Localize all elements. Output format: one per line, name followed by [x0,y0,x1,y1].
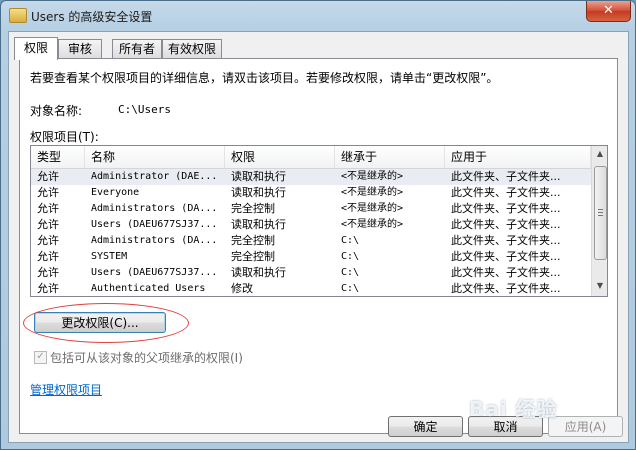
column-header-type[interactable]: 类型 [31,146,85,168]
cell-type: 允许 [37,234,59,247]
cell-type: 允许 [37,170,59,183]
table-row[interactable]: 允许 Everyone 读取和执行 <不是继承的> 此文件夹、子文件夹... [31,185,591,201]
cell-permission: 完全控制 [231,234,275,247]
table-row[interactable]: 允许 Administrator (DAE... 读取和执行 <不是继承的> 此文件夹、… [31,169,591,185]
cell-applies-to: 此文件夹、子文件夹... [451,170,561,183]
cell-applies-to: 此文件夹、子文件夹... [451,250,561,263]
cell-type: 允许 [37,282,59,295]
column-header-applies-to[interactable]: 应用于 [445,146,591,168]
inherit-checkbox-label[interactable]: 包括可从该对象的父项继承的权限(I) [50,349,243,366]
manage-permission-entries-link[interactable]: 管理权限项目 [30,381,102,398]
grip-line [598,209,603,210]
cell-applies-to: 此文件夹、子文件夹... [451,234,561,247]
tab-permissions[interactable]: 权限 [14,37,58,60]
table-row[interactable]: 允许 Administrators (DA... 完全控制 C:\ 此文件夹、子文件夹.… [31,233,591,249]
cell-inherited-from: C:\ [341,267,360,278]
list-header: 类型 名称 权限 继承于 应用于 [31,146,591,169]
permissions-panel: 若要查看某个权限项目的详细信息，请双击该项目。若要修改权限，请单击“更改权限”。… [19,58,618,434]
table-row[interactable]: 允许 Users (DAEU677SJ37... 读取和执行 <不是继承的> 此文件夹、… [31,217,591,233]
cell-permission: 读取和执行 [231,186,286,199]
cell-name: Administrator (DAE... [91,171,218,182]
table-row[interactable]: 允许 Users (DAEU677SJ37... 读取和执行 C:\ 此文件夹、子文件夹… [31,265,591,281]
window-title: Users 的高级安全设置 [31,10,153,24]
security-settings-dialog: Users 的高级安全设置 ✕ 权限 审核 所有者 有效权限 若要查看某个权限项… [0,0,636,450]
change-permissions-button[interactable]: 更改权限(C)... [34,312,166,333]
scroll-up-icon[interactable]: ▲ [593,146,607,162]
ok-button[interactable]: 确定 [388,416,463,437]
cell-type: 允许 [37,202,59,215]
cell-name: Users (DAEU677SJ37... [91,267,218,278]
table-row[interactable]: 允许 Authenticated Users 修改 C:\ 此文件夹、子文件夹... [31,281,591,296]
cell-name: Authenticated Users [91,283,206,294]
cell-type: 允许 [37,186,59,199]
cell-inherited-from: C:\ [341,283,360,294]
scroll-down-icon[interactable]: ▼ [593,278,607,294]
cell-permission: 读取和执行 [231,218,286,231]
cell-name: SYSTEM [91,251,128,262]
cell-applies-to: 此文件夹、子文件夹... [451,186,561,199]
tab-effective-permissions[interactable]: 有效权限 [162,39,222,59]
cell-inherited-from: <不是继承的> [341,219,404,230]
intro-text: 若要查看某个权限项目的详细信息，请双击该项目。若要修改权限，请单击“更改权限”。 [30,71,499,85]
cell-name: Users (DAEU677SJ37... [91,219,218,230]
cell-type: 允许 [37,266,59,279]
object-name-value: C:\Users [118,103,171,116]
cell-applies-to: 此文件夹、子文件夹... [451,202,561,215]
cell-type: 允许 [37,250,59,263]
grip-line [598,215,603,216]
watermark: Bai 经验 [469,397,558,421]
column-header-name[interactable]: 名称 [85,146,225,168]
apply-button[interactable]: 应用(A) [548,416,623,437]
cell-permission: 修改 [231,282,253,295]
inherit-checkbox[interactable]: ✓ [34,351,47,364]
cell-permission: 读取和执行 [231,266,286,279]
vertical-scrollbar[interactable]: ▲ ▼ [591,146,607,296]
cell-name: Administrators (DA... [91,235,218,246]
cell-inherited-from: C:\ [341,235,360,246]
tab-auditing[interactable]: 审核 [58,39,102,59]
table-row[interactable]: 允许 SYSTEM 完全控制 C:\ 此文件夹、子文件夹... [31,249,591,265]
cell-inherited-from: <不是继承的> [341,203,404,214]
cell-applies-to: 此文件夹、子文件夹... [451,218,561,231]
cell-applies-to: 此文件夹、子文件夹... [451,282,561,295]
grip-line [598,212,603,213]
object-name-label: 对象名称: [30,104,83,118]
tab-owner[interactable]: 所有者 [112,39,162,59]
column-header-permission[interactable]: 权限 [225,146,335,168]
folder-icon [9,8,27,23]
column-header-inherited-from[interactable]: 继承于 [335,146,445,168]
cell-inherited-from: <不是继承的> [341,171,404,182]
dialog-client: 权限 审核 所有者 有效权限 若要查看某个权限项目的详细信息，请双击该项目。若要… [8,31,629,443]
table-row[interactable]: 允许 Administrators (DA... 完全控制 <不是继承的> 此文件夹、子… [31,201,591,217]
cell-name: Administrators (DA... [91,203,218,214]
title-bar[interactable]: Users 的高级安全设置 ✕ [1,1,635,31]
scrollbar-thumb[interactable] [594,166,607,260]
cell-name: Everyone [91,187,140,198]
cell-permission: 完全控制 [231,202,275,215]
cell-applies-to: 此文件夹、子文件夹... [451,266,561,279]
cell-inherited-from: C:\ [341,251,360,262]
cell-permission: 完全控制 [231,250,275,263]
permission-entries-label: 权限项目(T): [30,130,99,144]
permission-entries-list[interactable]: 类型 名称 权限 继承于 应用于 允许 Administrator (DAE...… [30,145,608,297]
cell-type: 允许 [37,218,59,231]
cell-permission: 读取和执行 [231,170,286,183]
cell-inherited-from: <不是继承的> [341,187,404,198]
close-button[interactable]: ✕ [586,1,631,22]
